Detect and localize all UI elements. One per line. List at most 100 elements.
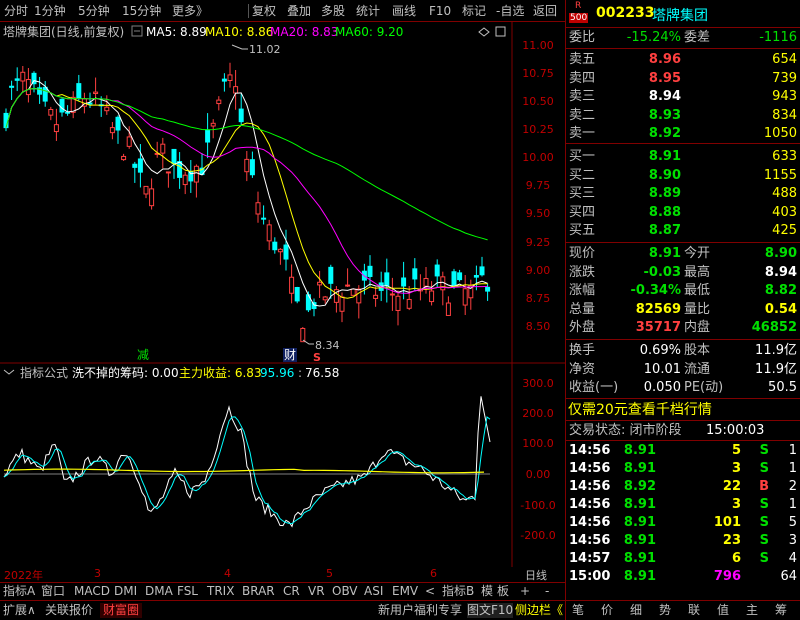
related-quotes-tab[interactable]: 关联报价 xyxy=(45,603,93,618)
main-profit-label: 主力收益: 6.83 xyxy=(179,366,262,380)
bid-row: 买五 8.87 425 xyxy=(569,223,797,238)
tick-row: 14:56 8.91 5 S 1 xyxy=(569,443,797,458)
high-price-label: 11.02 xyxy=(249,43,281,56)
kline-chart[interactable]: 11.00 10.75 10.50 10.25 10.00 9.75 9.50 … xyxy=(0,22,565,364)
zoom-out-button[interactable]: - xyxy=(545,584,549,599)
ma20-legend: MA20: 8.83 xyxy=(270,25,338,39)
panel-tab[interactable]: 主 xyxy=(746,603,758,618)
price-tick: 11.00 xyxy=(522,39,554,52)
price-tick: 8.50 xyxy=(526,320,551,333)
zoom-in-button[interactable]: + xyxy=(520,584,530,599)
date-month: 6 xyxy=(430,567,437,580)
price-tick: 9.50 xyxy=(526,207,551,220)
financial-report-marker[interactable]: 财 xyxy=(284,348,296,362)
draw-line-button[interactable]: 画线 xyxy=(392,3,416,19)
multi-stock-button[interactable]: 多股 xyxy=(321,3,345,19)
statistics-button[interactable]: 统计 xyxy=(356,3,380,19)
tab-template[interactable]: 模 xyxy=(481,584,493,599)
quote-stat-row: 涨幅 -0.34% 最低 8.82 xyxy=(569,283,797,298)
indicator-chart[interactable]: 300.0 200.0 100.0 0.00 -100.0 -200.0 指标公… xyxy=(0,364,565,569)
tab-5min[interactable]: 5分钟 xyxy=(78,3,110,19)
tick-row: 14:56 8.91 23 S 3 xyxy=(569,533,797,548)
tab-vr[interactable]: VR xyxy=(308,584,325,599)
sidebar-toggle[interactable]: 侧边栏《 xyxy=(515,603,563,618)
tab-scroll-left[interactable]: < xyxy=(425,584,435,599)
indicator-tick: -100.0 xyxy=(520,499,555,512)
tab-dmi[interactable]: DMI xyxy=(114,584,137,599)
price-tick: 8.75 xyxy=(526,292,551,305)
ask-row: 卖一 8.92 1050 xyxy=(569,126,797,141)
chart-title: 塔牌集团(日线,前复权) xyxy=(3,24,124,39)
date-month: 4 xyxy=(224,567,231,580)
tab-brar[interactable]: BRAR xyxy=(242,584,275,599)
panel-tab[interactable]: 细 xyxy=(630,603,642,618)
f10-button[interactable]: F10 xyxy=(429,3,451,19)
ask-row: 卖三 8.94 943 xyxy=(569,89,797,104)
panel-tab[interactable]: 值 xyxy=(717,603,729,618)
tab-cr[interactable]: CR xyxy=(283,584,300,599)
f10-graphic-button[interactable]: 图文F10 xyxy=(467,603,514,618)
fundamental-row: 换手 0.69% 股本 11.9亿 xyxy=(569,343,797,358)
quote-panel: R 500 002233 塔牌集团 委比 -15.24% 委差 -1116 卖五… xyxy=(565,0,800,620)
indicator-tick: -200.0 xyxy=(520,529,555,542)
tab-dma[interactable]: DMA xyxy=(145,584,173,599)
bid-row: 买二 8.90 1155 xyxy=(569,167,797,183)
panel-tab[interactable]: 联 xyxy=(688,603,700,618)
tab-indicator-b[interactable]: 指标B xyxy=(442,584,474,599)
date-month: 5 xyxy=(326,567,333,580)
expand-button[interactable]: 扩展∧ xyxy=(3,603,36,618)
back-button[interactable]: 返回 xyxy=(533,3,557,19)
tab-trix[interactable]: TRIX xyxy=(207,584,234,599)
indicator-name: 洗不掉的筹码: 0.00 xyxy=(72,365,179,380)
tick-row: 15:00 8.91 796 64 xyxy=(569,569,797,584)
panel-tab-bar: 笔 价 细 势 联 值 主 筹 xyxy=(566,600,800,620)
price-tick: 10.00 xyxy=(522,151,554,164)
remove-watchlist-button[interactable]: -自选 xyxy=(496,3,524,19)
panel-tab[interactable]: 价 xyxy=(601,603,613,618)
fundamental-row: 净资 10.01 流通 11.9亿 xyxy=(569,361,797,377)
indicator-tick: 0.00 xyxy=(526,468,551,481)
tick-row: 14:57 8.91 6 S 4 xyxy=(569,551,797,566)
period-label[interactable]: 日线 xyxy=(525,567,547,583)
overlay-button[interactable]: 叠加 xyxy=(287,3,311,19)
tab-emv[interactable]: EMV xyxy=(392,584,418,599)
tab-asi[interactable]: ASI xyxy=(364,584,383,599)
wealth-circle-tab[interactable]: 财富圈 xyxy=(100,603,143,618)
trade-status-row: 交易状态: 闭市阶段 15:00:03 xyxy=(569,423,765,438)
date-year: 2022年 xyxy=(4,569,43,582)
price-tick: 10.75 xyxy=(522,67,554,80)
sell-signal-marker[interactable]: S xyxy=(313,351,321,364)
bid-row: 买一 8.91 633 xyxy=(569,149,797,164)
indicator-tick: 100.0 xyxy=(522,437,554,450)
tick-row: 14:56 8.91 101 S 5 xyxy=(569,515,797,530)
new-user-promo-link[interactable]: 新用户福利专享 xyxy=(378,603,462,618)
tab-indicator-a[interactable]: 指标A xyxy=(3,584,35,599)
reduce-holding-marker[interactable]: 减 xyxy=(137,348,149,362)
tab-obv[interactable]: OBV xyxy=(332,584,358,599)
panel-tab[interactable]: 笔 xyxy=(572,603,584,618)
tick-row: 14:56 8.92 22 B 2 xyxy=(569,479,797,494)
level2-promo-link[interactable]: 仅需20元查看千档行情 xyxy=(568,401,800,419)
tab-macd[interactable]: MACD xyxy=(74,584,110,599)
panel-tab[interactable]: 势 xyxy=(659,603,671,618)
indicator-value-3: 76.58 xyxy=(305,366,339,380)
indicator-tick: 200.0 xyxy=(522,407,554,420)
tab-board[interactable]: 板 xyxy=(497,584,509,599)
ask-row: 卖二 8.93 834 xyxy=(569,107,797,123)
fundamental-row: 收益(一) 0.050 PE(动) 50.5 xyxy=(569,380,797,395)
panel-tab[interactable]: 筹 xyxy=(775,603,787,618)
date-month: 3 xyxy=(94,567,101,580)
indicator-formula-label[interactable]: 指标公式 xyxy=(20,365,68,380)
bid-row: 买四 8.88 403 xyxy=(569,204,797,220)
ask-row: 卖五 8.96 654 xyxy=(569,52,797,67)
period-toolbar: 分时 1分钟 5分钟 15分钟 更多》 复权 叠加 多股 统计 画线 F10 标… xyxy=(0,0,565,22)
restore-rights-button[interactable]: 复权 xyxy=(252,3,276,19)
tab-more[interactable]: 更多》 xyxy=(172,3,208,19)
tab-fsl[interactable]: FSL xyxy=(177,584,198,599)
tab-window[interactable]: 窗口 xyxy=(41,584,65,599)
mark-button[interactable]: 标记 xyxy=(462,3,486,19)
tab-1min[interactable]: 1分钟 xyxy=(34,3,66,19)
quote-stat-row: 总量 82569 量比 0.54 xyxy=(569,301,797,317)
tab-15min[interactable]: 15分钟 xyxy=(122,3,161,19)
tab-timeshare[interactable]: 分时 xyxy=(4,3,28,19)
